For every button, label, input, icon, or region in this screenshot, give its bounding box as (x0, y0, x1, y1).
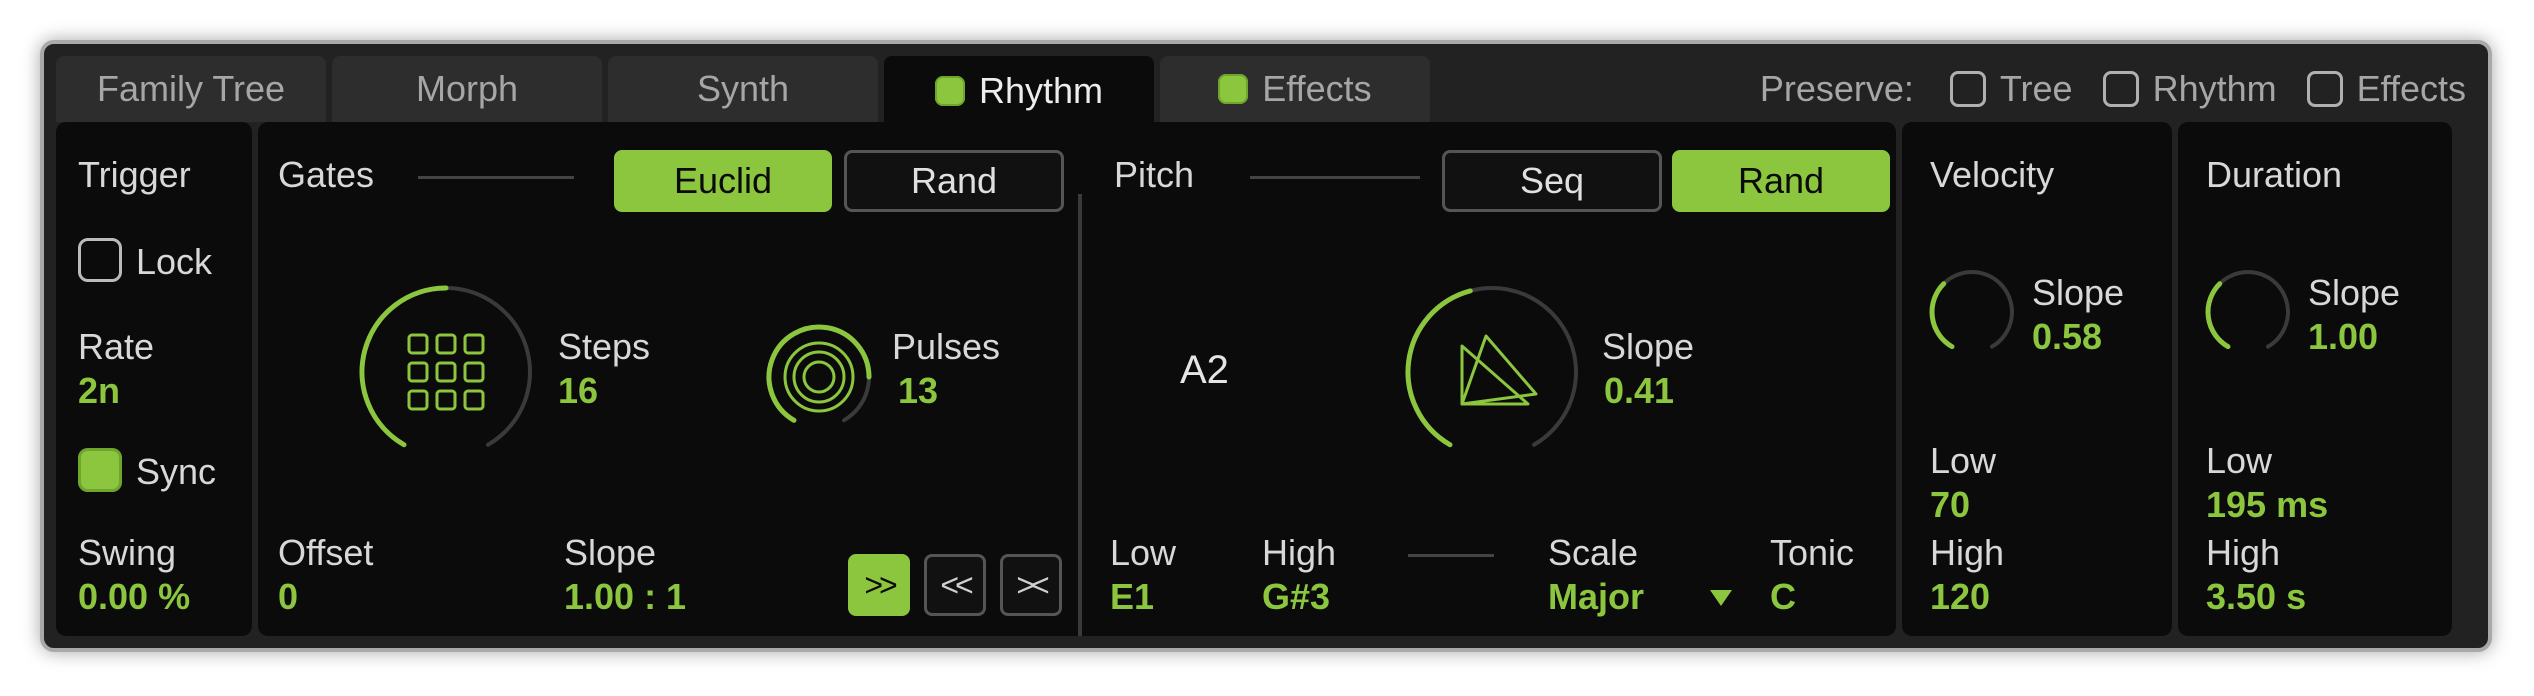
euclid-button[interactable]: Euclid (614, 150, 832, 212)
seq-button[interactable]: Seq (1442, 150, 1662, 212)
velocity-slope-label: Slope (2032, 272, 2125, 313)
gates-pitch-panel: Gates Euclid Rand Steps 16 Pulses 13 Off… (258, 122, 1896, 636)
gates-divider (418, 176, 574, 179)
tab-label: Morph (415, 68, 519, 109)
lock-label: Lock (136, 241, 213, 282)
pitch-slope-label: Slope (1602, 326, 1695, 367)
pitch-divider (1250, 176, 1420, 179)
concentric-circles-icon (783, 341, 855, 413)
velocity-high-label: High (1930, 532, 2005, 573)
steps-value[interactable]: 16 (558, 370, 598, 412)
gates-rand-button[interactable]: Rand (844, 150, 1064, 212)
offset-value[interactable]: 0 (278, 576, 298, 618)
gates-slope-label: Slope (564, 532, 657, 573)
swing-value[interactable]: 0.00 % (78, 576, 190, 618)
range-divider (1408, 554, 1494, 557)
pitch-slope-knob[interactable] (1404, 284, 1580, 460)
duration-title: Duration (2206, 154, 2343, 195)
scale-dropdown-arrow-icon[interactable] (1710, 590, 1732, 606)
swing-label: Swing (78, 532, 177, 573)
duration-high-label: High (2206, 532, 2281, 573)
velocity-high-value[interactable]: 120 (1930, 576, 1990, 618)
preserve-group: Preserve: Tree Rhythm Effects (1760, 56, 2466, 122)
rate-label: Rate (78, 326, 155, 367)
tab-led-indicator[interactable] (1218, 74, 1249, 104)
tab-label: Synth (696, 68, 790, 109)
preserve-item-label: Effects (2356, 68, 2466, 109)
tonic-value[interactable]: C (1770, 576, 1796, 618)
pitch-rand-button[interactable]: Rand (1672, 150, 1890, 212)
direction-backward-button[interactable]: << (924, 554, 986, 616)
sync-toggle[interactable] (78, 448, 122, 492)
tab-family-tree[interactable]: Family Tree (56, 56, 326, 122)
pitch-high-label: High (1262, 532, 1337, 573)
note-display: A2 (1180, 348, 1229, 392)
device-frame: Family Tree Morph Synth Rhythm Effects P… (40, 40, 2492, 652)
steps-label: Steps (558, 326, 651, 367)
trigger-panel: Trigger Lock Rate 2n Sync Swing 0.00 % (56, 122, 252, 636)
pitch-title: Pitch (1114, 154, 1195, 195)
direction-forward-button[interactable]: >> (848, 554, 910, 616)
pulses-knob[interactable] (764, 322, 874, 432)
tonic-label: Tonic (1770, 532, 1855, 573)
offset-label: Offset (278, 532, 374, 573)
pitch-low-label: Low (1110, 532, 1177, 573)
duration-slope-value[interactable]: 1.00 (2308, 316, 2378, 358)
scale-value[interactable]: Major (1548, 576, 1644, 618)
checkbox-box[interactable] (2306, 71, 2343, 107)
tab-label: Rhythm (978, 70, 1104, 111)
preserve-rhythm-checkbox[interactable]: Rhythm (2102, 68, 2277, 110)
tab-label: Family Tree (96, 68, 286, 109)
velocity-low-label: Low (1930, 440, 1997, 481)
preserve-tree-checkbox[interactable]: Tree (1949, 68, 2073, 110)
trigger-title: Trigger (78, 154, 191, 195)
section-divider (1078, 194, 1082, 636)
steps-knob[interactable] (358, 284, 534, 460)
velocity-low-value[interactable]: 70 (1930, 484, 1970, 526)
pitch-slope-value[interactable]: 0.41 (1604, 370, 1674, 412)
pitch-high-value[interactable]: G#3 (1262, 576, 1330, 618)
gates-title: Gates (278, 154, 375, 195)
gates-slope-value[interactable]: 1.00 : 1 (564, 576, 686, 618)
checkbox-box[interactable] (1949, 71, 1986, 107)
preserve-item-label: Rhythm (2152, 68, 2277, 109)
duration-low-label: Low (2206, 440, 2273, 481)
pulses-value[interactable]: 13 (898, 370, 938, 412)
pulses-label: Pulses (892, 326, 1001, 367)
duration-panel: Duration Slope 1.00 Low 195 ms High 3.50… (2178, 122, 2452, 636)
direction-converge-button[interactable]: >< (1000, 554, 1062, 616)
scale-label: Scale (1548, 532, 1639, 573)
slope-triangle-icon (1460, 334, 1538, 406)
duration-high-value[interactable]: 3.50 s (2206, 576, 2306, 618)
tab-led-indicator[interactable] (934, 76, 965, 106)
rate-value[interactable]: 2n (78, 370, 120, 412)
checkbox-box[interactable] (2102, 71, 2139, 107)
tab-rhythm[interactable]: Rhythm (884, 56, 1154, 126)
velocity-title: Velocity (1930, 154, 2055, 195)
duration-slope-knob[interactable] (2198, 262, 2298, 362)
tab-bar: Family Tree Morph Synth Rhythm Effects P… (56, 56, 2480, 126)
sync-label: Sync (136, 451, 217, 492)
pitch-low-value[interactable]: E1 (1110, 576, 1154, 618)
preserve-effects-checkbox[interactable]: Effects (2306, 68, 2466, 110)
duration-low-value[interactable]: 195 ms (2206, 484, 2328, 526)
tab-label: Effects (1262, 68, 1372, 109)
tab-synth[interactable]: Synth (608, 56, 878, 122)
velocity-slope-knob[interactable] (1922, 262, 2022, 362)
preserve-label: Preserve: (1759, 68, 1914, 109)
velocity-panel: Velocity Slope 0.58 Low 70 High 120 (1902, 122, 2172, 636)
tab-morph[interactable]: Morph (332, 56, 602, 122)
duration-slope-label: Slope (2308, 272, 2401, 313)
lock-checkbox[interactable] (78, 238, 122, 282)
preserve-item-label: Tree (1999, 68, 2073, 109)
tab-effects[interactable]: Effects (1160, 56, 1430, 122)
velocity-slope-value[interactable]: 0.58 (2032, 316, 2102, 358)
